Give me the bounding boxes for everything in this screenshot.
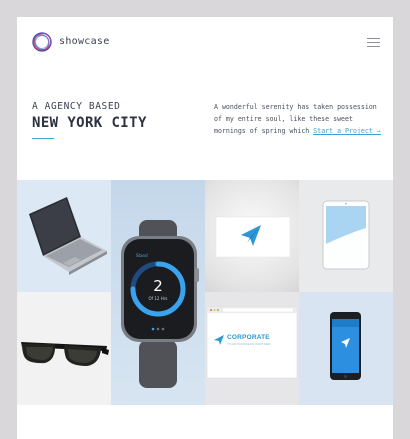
menu-line — [367, 46, 380, 47]
watch-subtext: Of 12 Hrs — [148, 296, 168, 301]
hero-title: NEW YORK CITY — [32, 115, 147, 131]
portfolio-grid: Stand 2 Of 12 Hrs CORPORATE YOUR BUSINES… — [17, 180, 393, 405]
portfolio-item-smartwatch[interactable]: Stand 2 Of 12 Hrs — [111, 180, 205, 405]
corporate-tagline: YOUR BUSINESS PARTNER — [227, 342, 271, 346]
watch-number: 2 — [153, 277, 163, 295]
portfolio-item-laptop[interactable] — [17, 180, 111, 292]
portfolio-item-sunglasses[interactable] — [17, 292, 111, 405]
hero-eyebrow: A AGENCY BASED — [32, 101, 121, 112]
sunglasses-image — [21, 342, 109, 366]
watch-app-label: Stand — [136, 253, 148, 258]
portfolio-item-phone[interactable] — [299, 292, 393, 405]
portfolio-item-tablet[interactable] — [299, 180, 393, 292]
business-card-image — [215, 216, 291, 258]
start-project-link[interactable]: Start a Project → — [313, 127, 381, 135]
corporate-name: CORPORATE — [227, 334, 270, 341]
portfolio-item-business-card[interactable] — [205, 180, 299, 292]
menu-line — [367, 42, 380, 43]
phone-image — [330, 312, 361, 380]
title-underline — [32, 138, 54, 139]
hamburger-menu-icon[interactable] — [367, 38, 380, 48]
menu-line — [367, 38, 380, 39]
tablet-image — [322, 200, 370, 270]
ring-logo-icon[interactable] — [31, 31, 53, 53]
portfolio-item-corporate-site[interactable]: CORPORATE YOUR BUSINESS PARTNER — [205, 292, 299, 405]
browser-window-image — [206, 306, 298, 379]
brand-name[interactable]: showcase — [59, 36, 110, 47]
page: showcase A AGENCY BASED NEW YORK CITY A … — [17, 17, 393, 439]
hero-intro: A wonderful serenity has taken possessio… — [214, 101, 382, 137]
site-header: showcase — [17, 17, 393, 77]
laptop-image — [29, 197, 107, 275]
